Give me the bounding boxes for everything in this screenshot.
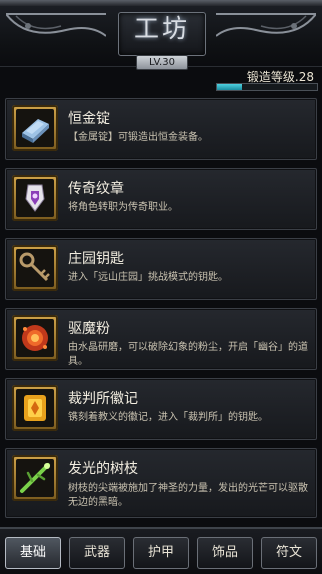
item-description: 进入「远山庄园」挑战模式的钥匙。 xyxy=(68,272,228,283)
list-item[interactable]: 裁判所徽记 镌刻着教义的徽记，进入「裁判所」的钥匙。 xyxy=(5,378,317,440)
right-ornament xyxy=(216,13,316,37)
item-description: 【金属锭】可锻造出恒金装备。 xyxy=(68,132,208,143)
item-name: 传奇纹章 xyxy=(68,181,124,197)
branch-icon xyxy=(20,463,50,493)
ingot-icon xyxy=(22,119,49,143)
key-icon xyxy=(19,252,50,282)
list-item[interactable]: 驱魔粉 由水晶研磨，可以破除幻象的粉尘，开启「幽谷」的道具。 xyxy=(5,308,317,370)
item-slot xyxy=(12,175,58,221)
tab-basic[interactable]: 基础 xyxy=(5,537,61,569)
insignia-icon xyxy=(24,395,46,421)
item-slot xyxy=(12,245,58,291)
forge-progress-bar xyxy=(216,83,318,91)
list-item[interactable]: 发光的树枝 树枝的尖端被施加了神圣的力量，发出的光芒可以驱散无边的黑暗。 xyxy=(5,448,317,518)
forge-progress-fill xyxy=(217,84,242,90)
item-description: 将角色转职为传奇职业。 xyxy=(68,202,178,213)
title-plate: 工坊 xyxy=(118,12,206,56)
powder-icon xyxy=(22,325,48,351)
item-name: 恒金锭 xyxy=(68,111,110,127)
item-name: 驱魔粉 xyxy=(68,321,110,337)
header: 工坊 LV.30 xyxy=(0,0,322,70)
emblem-icon xyxy=(25,184,45,212)
tab-accessories[interactable]: 饰品 xyxy=(197,537,253,569)
tab-armor[interactable]: 护甲 xyxy=(133,537,189,569)
tab-weapons[interactable]: 武器 xyxy=(69,537,125,569)
item-list: 恒金锭 【金属锭】可锻造出恒金装备。 传奇纹章 将角色转职为传奇职业。 庄园钥匙… xyxy=(5,98,317,526)
item-slot xyxy=(12,105,58,151)
category-tab-bar: 基础 武器 护甲 饰品 符文 xyxy=(0,527,322,574)
item-description: 树枝的尖端被施加了神圣的力量，发出的光芒可以驱散无边的黑暗。 xyxy=(68,483,308,508)
list-item[interactable]: 庄园钥匙 进入「远山庄园」挑战模式的钥匙。 xyxy=(5,238,317,300)
item-description: 镌刻着教义的徽记，进入「裁判所」的钥匙。 xyxy=(68,412,268,423)
item-name: 庄园钥匙 xyxy=(68,251,124,267)
left-ornament xyxy=(6,13,106,37)
header-frame xyxy=(0,0,322,6)
item-slot xyxy=(12,315,58,361)
level-badge: LV.30 xyxy=(136,55,188,70)
item-name: 发光的树枝 xyxy=(68,461,138,477)
item-slot xyxy=(12,385,58,431)
list-item[interactable]: 恒金锭 【金属锭】可锻造出恒金装备。 xyxy=(5,98,317,160)
item-description: 由水晶研磨，可以破除幻象的粉尘，开启「幽谷」的道具。 xyxy=(68,342,308,367)
item-slot xyxy=(12,455,58,501)
item-name: 裁判所徽记 xyxy=(68,391,138,407)
tab-runes[interactable]: 符文 xyxy=(261,537,317,569)
list-item[interactable]: 传奇纹章 将角色转职为传奇职业。 xyxy=(5,168,317,230)
page-title: 工坊 xyxy=(133,14,190,43)
